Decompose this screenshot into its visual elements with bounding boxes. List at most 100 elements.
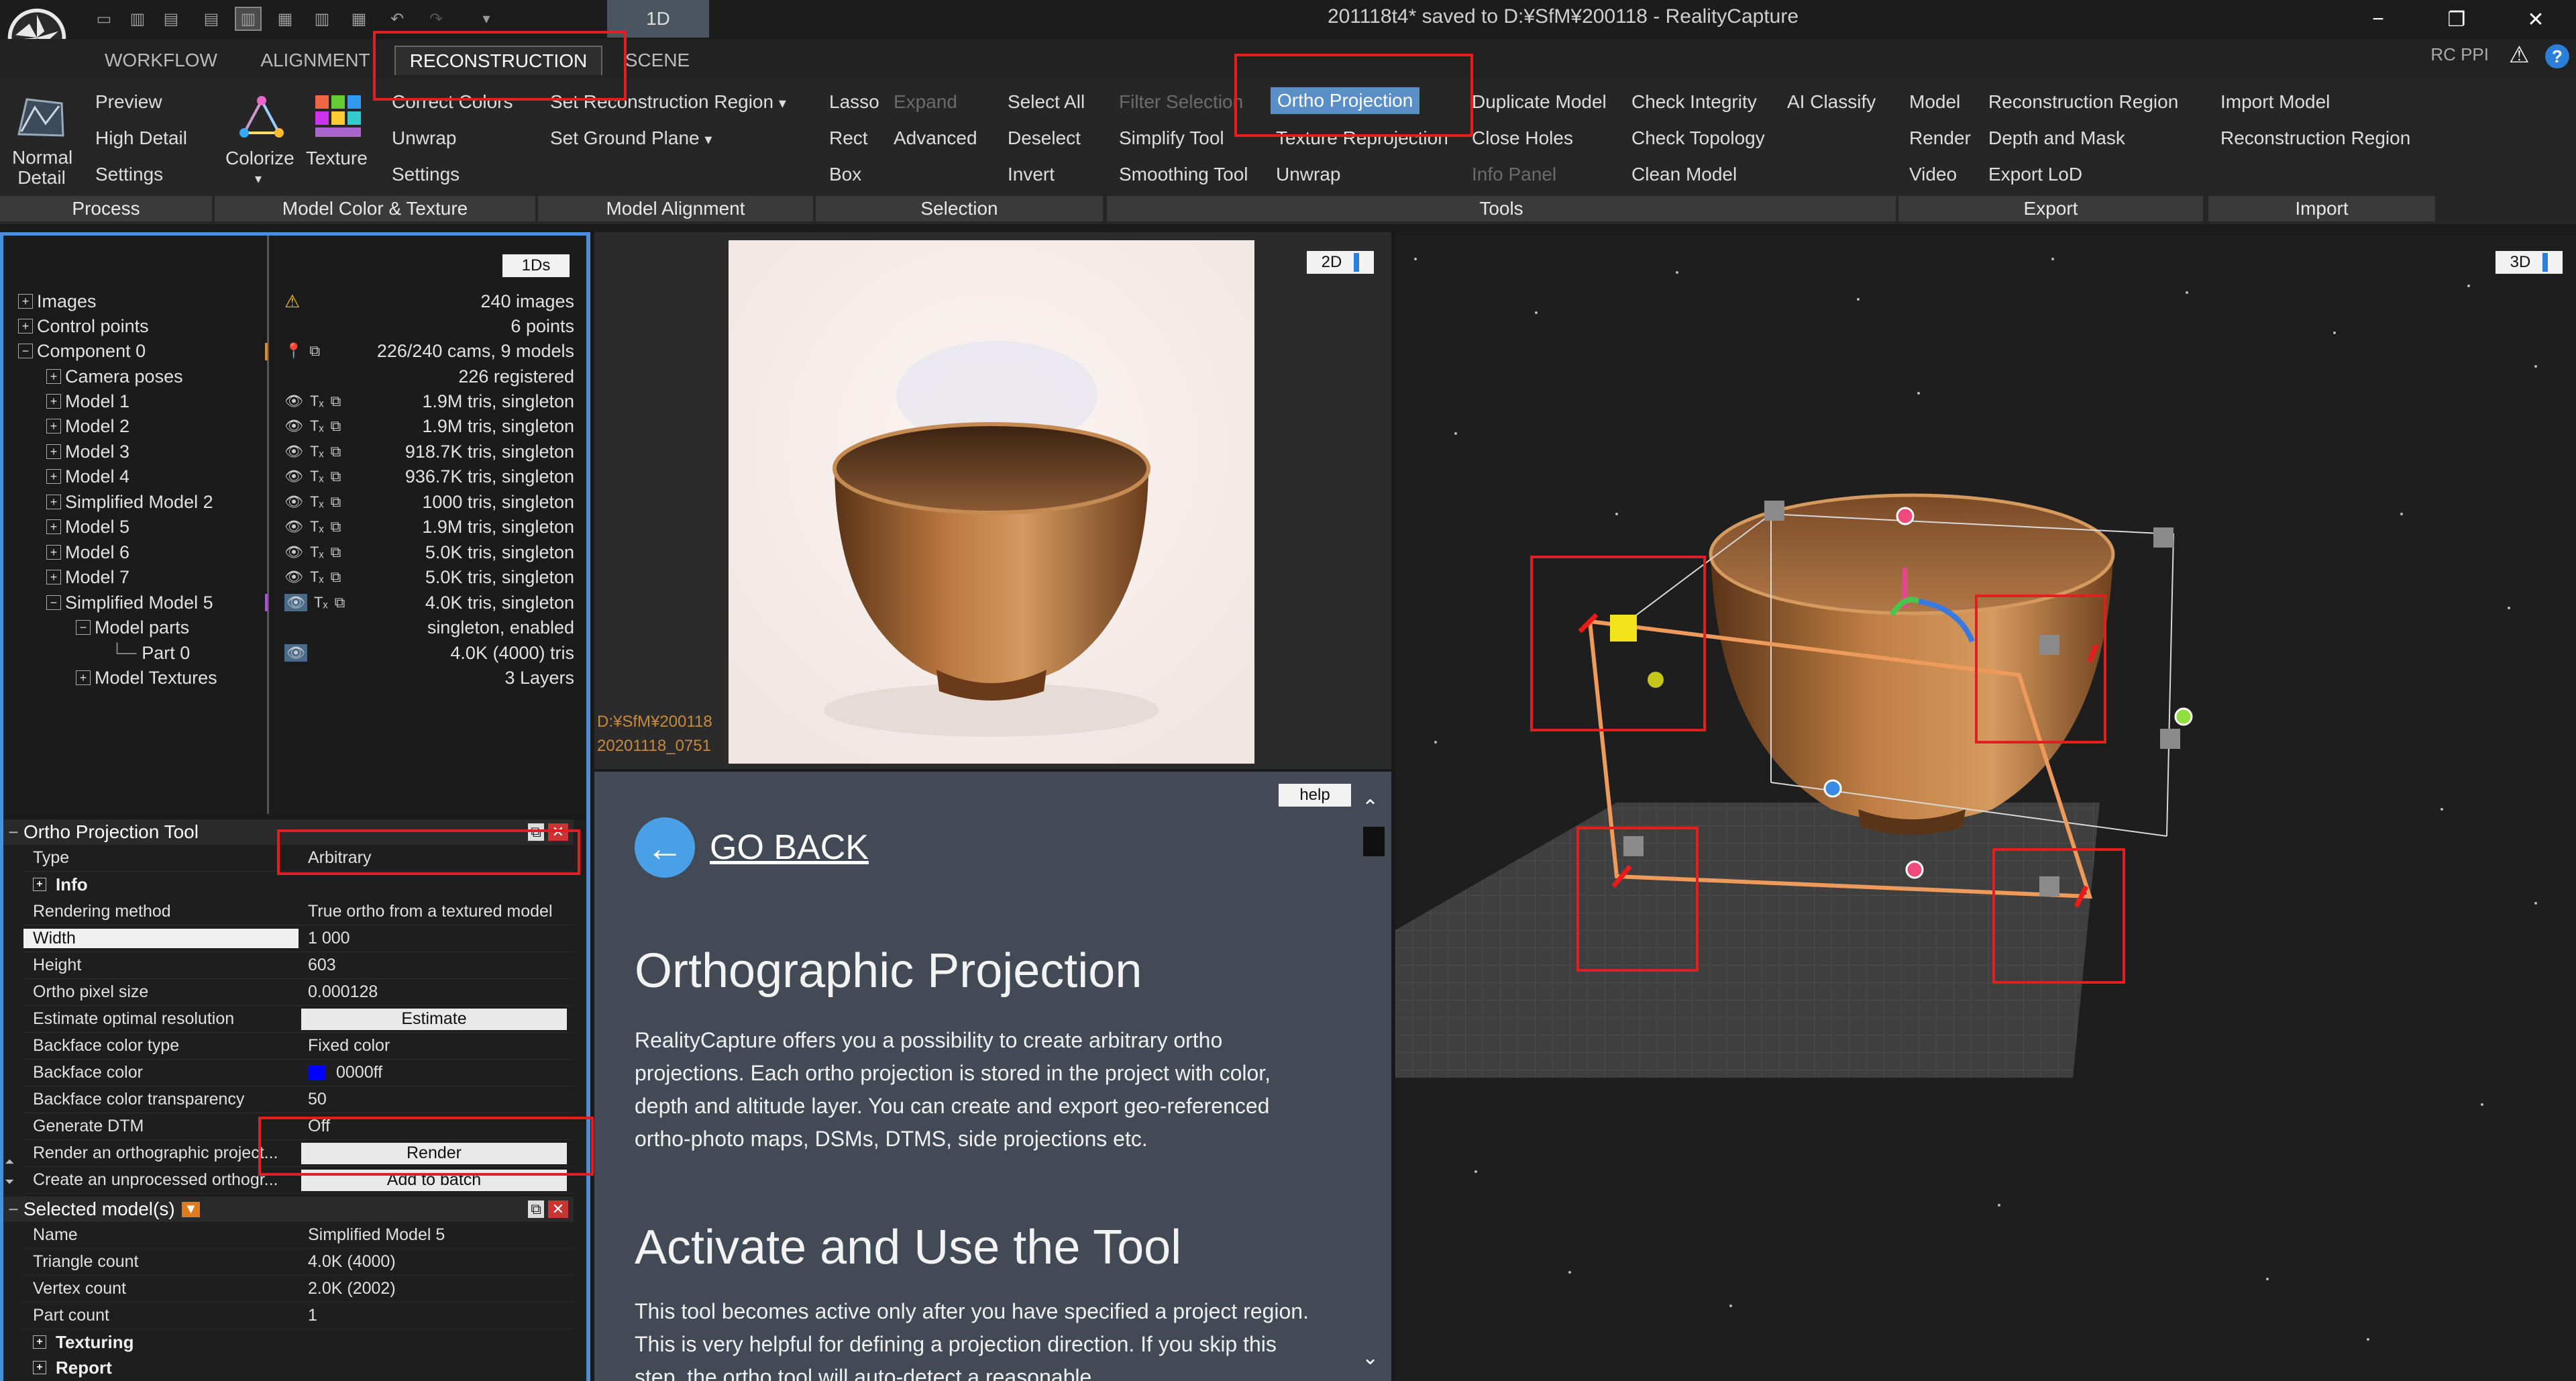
prop-value[interactable]: Off xyxy=(299,1117,574,1136)
prop-rendering-method[interactable]: Rendering method True ortho from a textur… xyxy=(23,899,574,925)
tab-scene[interactable]: SCENE xyxy=(614,46,701,75)
texture-button[interactable]: Texture xyxy=(306,148,368,169)
tree-item-simplified-model-2[interactable]: + Simplified Model 2 xyxy=(46,490,213,514)
export-lod-button[interactable]: Export LoD xyxy=(1988,164,2082,185)
prop-value[interactable]: 603 xyxy=(299,956,574,975)
prop-value[interactable]: 1 000 xyxy=(299,929,574,948)
export-reconstruction-region-button[interactable]: Reconstruction Region xyxy=(1988,91,2178,113)
layout-2-icon[interactable]: ▥ xyxy=(124,7,151,31)
expand-icon[interactable]: + xyxy=(18,319,33,334)
view-2d-badge[interactable]: 2D xyxy=(1307,251,1374,274)
check-integrity-button[interactable]: Check Integrity xyxy=(1631,91,1757,113)
info-section[interactable]: + Info xyxy=(23,872,88,897)
expand-button[interactable]: Expand xyxy=(894,91,957,113)
tab-workflow[interactable]: WORKFLOW xyxy=(87,46,235,75)
prop-backface-color-type[interactable]: Backface color type Fixed color xyxy=(23,1033,574,1060)
add-to-batch-button[interactable]: Add to batch xyxy=(301,1169,567,1191)
expand-icon[interactable]: + xyxy=(46,545,61,560)
info-panel-button[interactable]: Info Panel xyxy=(1472,164,1556,185)
prop-value[interactable]: 50 xyxy=(299,1090,574,1109)
tree-item-images[interactable]: + Images xyxy=(18,289,97,313)
expand-icon[interactable]: + xyxy=(46,444,61,459)
image-view-2d[interactable]: D:¥SfM¥200118 20201118_0751 2D xyxy=(594,232,1391,769)
expand-icon[interactable]: + xyxy=(46,369,61,384)
layout-1-icon[interactable]: ▭ xyxy=(91,7,117,31)
layout-5-icon[interactable]: ▥ xyxy=(235,7,262,31)
duplicate-model-button[interactable]: Duplicate Model xyxy=(1472,91,1607,113)
render-button[interactable]: Render xyxy=(301,1142,567,1164)
simplify-tool-button[interactable]: Simplify Tool xyxy=(1119,127,1224,149)
collapse-icon[interactable]: − xyxy=(46,595,61,610)
eye-icon[interactable]: 👁 xyxy=(284,443,303,460)
scroll-down-icon[interactable]: ⏷ xyxy=(5,1175,14,1189)
expand-icon[interactable]: + xyxy=(46,570,61,584)
texturing-section[interactable]: + Texturing xyxy=(23,1329,134,1355)
scroll-up-icon[interactable]: ⌃ xyxy=(1362,796,1379,819)
view-3d-badge[interactable]: 3D xyxy=(2496,251,2563,274)
scene-3d-canvas[interactable] xyxy=(1395,232,2576,1381)
expand-icon[interactable]: + xyxy=(33,878,46,891)
expand-icon[interactable]: + xyxy=(76,670,91,685)
expand-icon[interactable]: + xyxy=(46,394,61,409)
prop-value[interactable]: Fixed color xyxy=(299,1036,574,1056)
prop-ortho-pixel-size[interactable]: Ortho pixel size 0.000128 xyxy=(23,979,574,1006)
texture-settings-button[interactable]: Settings xyxy=(392,164,460,185)
eye-icon[interactable]: 👁 xyxy=(284,544,303,561)
export-video-button[interactable]: Video xyxy=(1909,164,1957,185)
expand-icon[interactable]: + xyxy=(33,1335,46,1349)
expand-icon[interactable]: + xyxy=(46,519,61,534)
correct-colors-button[interactable]: Correct Colors xyxy=(392,91,513,113)
redo-icon[interactable]: ↷ xyxy=(423,7,449,31)
eye-icon[interactable]: 👁 xyxy=(284,644,307,662)
eye-icon[interactable]: 👁 xyxy=(284,393,303,410)
minimize-button[interactable]: − xyxy=(2345,3,2412,36)
ortho-projection-button[interactable]: Ortho Projection xyxy=(1271,87,1420,114)
import-model-button[interactable]: Import Model xyxy=(2220,91,2330,113)
help-button[interactable]: help xyxy=(1279,784,1351,807)
import-reconstruction-region-button[interactable]: Reconstruction Region xyxy=(2220,127,2410,149)
scroll-down-icon[interactable]: ⌄ xyxy=(1362,1346,1379,1370)
view-mode-badge[interactable]: 1Ds xyxy=(502,254,570,277)
box-button[interactable]: Box xyxy=(829,164,861,185)
collapse-icon[interactable]: − xyxy=(76,620,91,635)
collapse-icon[interactable]: − xyxy=(3,1199,23,1220)
layout-6-icon[interactable]: ▦ xyxy=(272,7,299,31)
prop-backface-color[interactable]: Backface color 0000ff xyxy=(23,1060,574,1086)
rect-button[interactable]: Rect xyxy=(829,127,868,149)
tree-item-model-3[interactable]: + Model 3 xyxy=(46,440,129,464)
view-3d[interactable]: 3D xyxy=(1395,232,2576,1381)
help-icon[interactable]: ? xyxy=(2545,44,2569,68)
estimate-button[interactable]: Estimate xyxy=(301,1008,567,1030)
eye-icon[interactable]: 👁 xyxy=(284,468,303,485)
expand-icon[interactable]: + xyxy=(18,294,33,309)
prop-generate-dtm[interactable]: Generate DTM Off xyxy=(23,1113,574,1140)
deselect-button[interactable]: Deselect xyxy=(1008,127,1081,149)
eye-icon[interactable]: 👁 xyxy=(284,493,303,511)
help-scrollbar[interactable]: ⌃ ⌄ xyxy=(1355,792,1391,1381)
tab-alignment[interactable]: ALIGNMENT xyxy=(245,46,386,75)
layout-1d-tab[interactable]: 1D xyxy=(607,0,709,38)
tree-item-model-4[interactable]: + Model 4 xyxy=(46,464,129,489)
prop-width[interactable]: Width 1 000 xyxy=(23,925,574,952)
texture-reprojection-button[interactable]: Texture Reprojection xyxy=(1276,127,1448,149)
prop-value[interactable]: True ortho from a textured model xyxy=(299,902,574,921)
tree-item-part-0[interactable]: └─ Part 0 xyxy=(111,641,190,665)
eye-icon[interactable]: 👁 xyxy=(284,568,303,586)
quick-access-dropdown-icon[interactable]: ▾ xyxy=(473,7,500,31)
expand-icon[interactable]: + xyxy=(46,469,61,484)
layout-4-icon[interactable]: ▤ xyxy=(198,7,225,31)
tree-item-model-7[interactable]: + Model 7 xyxy=(46,565,129,589)
tree-item-model-textures[interactable]: + Model Textures xyxy=(76,666,217,690)
ai-classify-button[interactable]: AI Classify xyxy=(1787,91,1876,113)
scroll-thumb[interactable] xyxy=(1363,827,1385,856)
camera-photo[interactable] xyxy=(729,240,1254,764)
go-back-label[interactable]: GO BACK xyxy=(710,827,869,868)
eye-icon[interactable]: 👁 xyxy=(284,518,303,535)
report-section[interactable]: + Report xyxy=(23,1355,112,1380)
prop-name[interactable]: Name Simplified Model 5 xyxy=(23,1222,574,1249)
layout-8-icon[interactable]: ▦ xyxy=(345,7,372,31)
tree-item-model-1[interactable]: + Model 1 xyxy=(46,389,129,413)
back-arrow-icon[interactable]: ← xyxy=(635,817,695,878)
lasso-button[interactable]: Lasso xyxy=(829,91,879,113)
tree-item-model-5[interactable]: + Model 5 xyxy=(46,515,129,539)
